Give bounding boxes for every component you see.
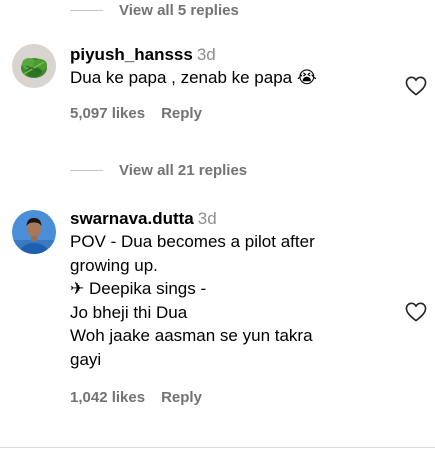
section-divider <box>0 447 435 448</box>
comment-text-line: gayi <box>70 349 102 369</box>
comment-text: Dua ke papa , zenab ke papa 😭 <box>70 68 317 87</box>
likes-count[interactable]: 5,097 likes <box>70 105 145 122</box>
avatar[interactable] <box>12 210 56 254</box>
view-replies-label: View all 21 replies <box>119 161 248 179</box>
comment-text-line: Jo bheji thi Dua <box>70 302 188 322</box>
comment-header: piyush_hansss 3d <box>70 44 390 66</box>
replies-divider-line <box>70 9 103 11</box>
comment-meta: 1,042 likes Reply <box>70 389 390 406</box>
reply-button[interactable]: Reply <box>161 389 202 406</box>
comment-text-line: Woh jaake aasman se yun takra <box>70 326 313 345</box>
comment-header: swarnava.dutta 3d <box>70 208 390 230</box>
likes-count[interactable]: 1,042 likes <box>70 389 145 406</box>
comment-item: swarnava.dutta 3d POV - Dua becomes a pil… <box>0 208 435 438</box>
comment-item: piyush_hansss 3d Dua ke papa , zenab ke p… <box>0 44 435 144</box>
person-avatar-icon <box>12 210 56 254</box>
view-replies-label: View all 5 replies <box>119 1 239 19</box>
timestamp: 3d <box>197 209 217 228</box>
heart-icon[interactable] <box>405 76 427 96</box>
username-link[interactable]: swarnava.dutta <box>70 209 194 228</box>
leaf-avatar-icon <box>12 44 56 88</box>
view-replies-button[interactable]: View all 21 replies <box>70 160 247 180</box>
view-replies-button[interactable]: View all 5 replies <box>70 0 239 20</box>
comment-meta: 5,097 likes Reply <box>70 105 390 122</box>
heart-icon[interactable] <box>405 302 427 322</box>
username-link[interactable]: piyush_hansss <box>70 45 193 64</box>
comment-text-line: POV - Dua becomes a pilot after <box>70 232 315 251</box>
comment-text-line: ✈ Deepika sings - <box>70 279 207 298</box>
comment-text-line: growing up. <box>70 255 158 275</box>
avatar[interactable] <box>12 44 56 88</box>
timestamp: 3d <box>196 45 216 64</box>
reply-button[interactable]: Reply <box>161 105 202 122</box>
replies-divider-line <box>70 169 103 171</box>
